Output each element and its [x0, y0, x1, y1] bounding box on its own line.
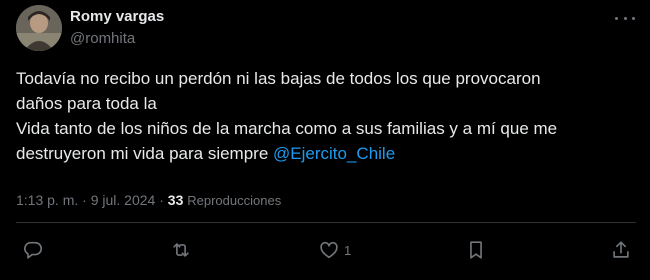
- mention-link[interactable]: @Ejercito_Chile: [273, 144, 395, 163]
- more-dot-icon: [623, 16, 627, 20]
- tweet-line: Todavía no recibo un perdón ni las bajas…: [16, 69, 541, 88]
- retweet-icon: [173, 243, 189, 257]
- meta-separator: ·: [82, 192, 87, 208]
- heart-icon: [320, 241, 338, 259]
- more-options-button[interactable]: [612, 10, 638, 26]
- author-handle[interactable]: @romhita: [70, 30, 135, 47]
- reply-button[interactable]: [22, 238, 44, 262]
- avatar-photo: [16, 5, 62, 51]
- views-label: Reproducciones: [187, 193, 282, 208]
- meta-separator: ·: [159, 192, 164, 208]
- tweet-line: daños para toda la: [16, 94, 157, 113]
- avatar[interactable]: [16, 5, 62, 51]
- bookmark-button[interactable]: [465, 238, 487, 262]
- tweet-meta: 1:13 p. m. · 9 jul. 2024 · 33 Reproducci…: [16, 192, 281, 208]
- bookmark-icon: [470, 241, 482, 259]
- tweet-line-text: destruyeron mi vida para siempre: [16, 144, 274, 163]
- more-dot-icon: [615, 16, 618, 20]
- tweet-line-last: destruyeron mi vida para siempre @Ejerci…: [16, 141, 636, 166]
- tweet-text: Todavía no recibo un perdón ni las bajas…: [16, 66, 636, 166]
- like-count: 1: [344, 242, 352, 258]
- reply-icon: [24, 241, 43, 259]
- retweet-button[interactable]: [170, 238, 192, 262]
- share-icon: [613, 241, 629, 258]
- tweet-date[interactable]: 9 jul. 2024: [91, 192, 156, 208]
- more-dot-icon: [632, 16, 635, 20]
- tweet-line: Vida tanto de los niños de la marcha com…: [16, 119, 558, 138]
- share-button[interactable]: [610, 238, 632, 262]
- author-display-name[interactable]: Romy vargas: [70, 8, 164, 25]
- divider: [16, 222, 636, 223]
- like-button[interactable]: 1: [318, 238, 351, 262]
- views-count: 33: [167, 192, 184, 208]
- tweet-time[interactable]: 1:13 p. m.: [16, 192, 78, 208]
